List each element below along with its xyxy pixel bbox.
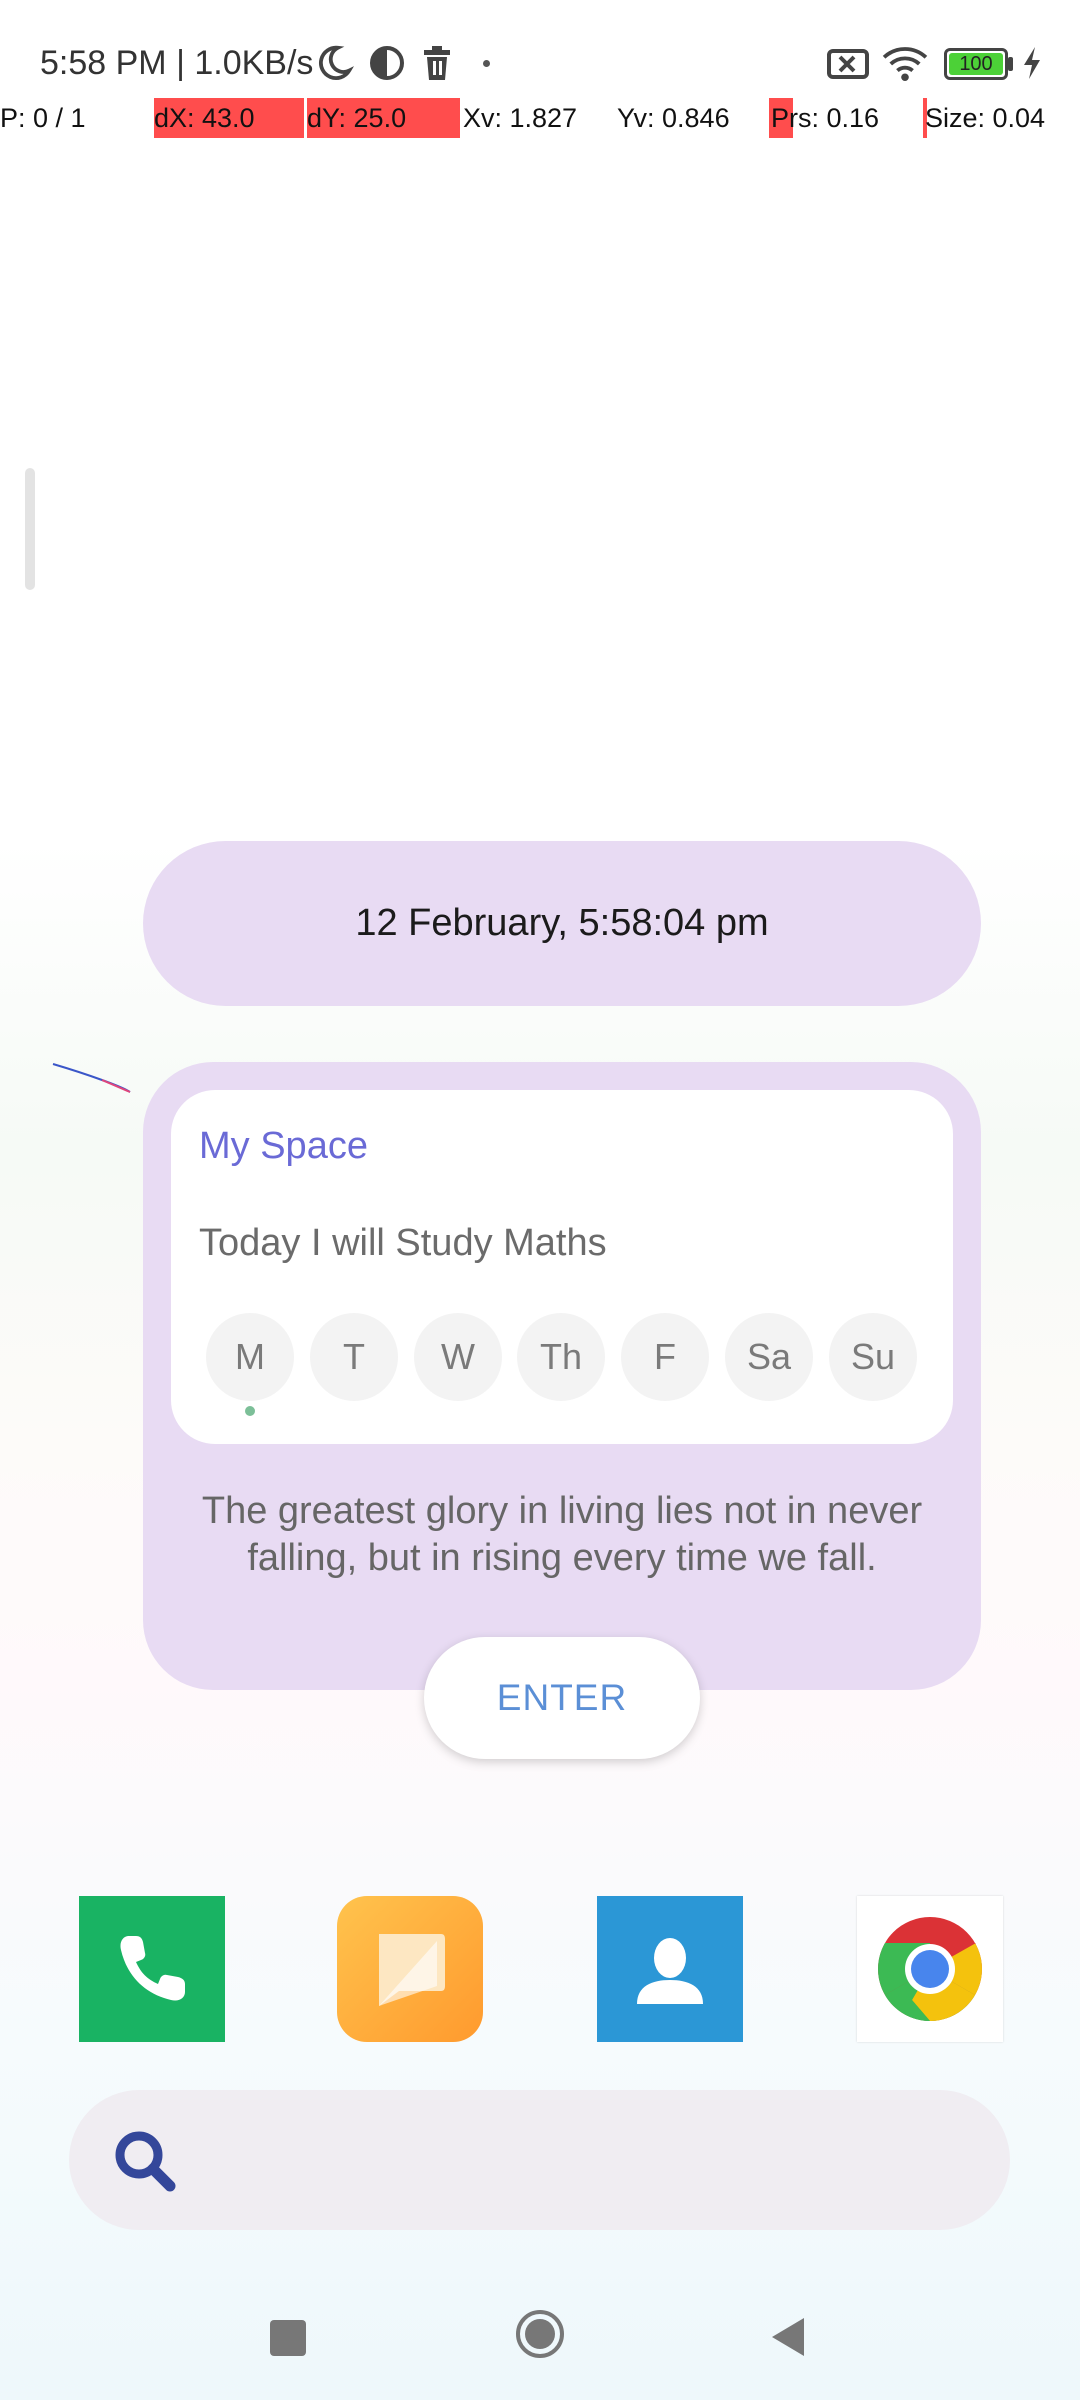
pointer-xv: Xv: 1.827 <box>463 103 578 133</box>
pointer-yv: Yv: 0.846 <box>617 103 730 133</box>
day-sunday[interactable]: Su <box>829 1313 917 1401</box>
contacts-icon <box>637 1938 703 2004</box>
day-saturday[interactable]: Sa <box>725 1313 813 1401</box>
contacts-app-icon[interactable] <box>597 1896 743 2042</box>
data-saver-icon <box>370 46 404 80</box>
battery-icon: 100 <box>944 48 1008 80</box>
quote-text: The greatest glory in living lies not in… <box>201 1490 923 1579</box>
my-space-task-text: Today I will Study Maths <box>199 1222 607 1264</box>
status-bar: 5:58 PM | 1.0KB/s 100 <box>0 0 1080 100</box>
dot-icon <box>483 60 490 67</box>
home-button[interactable] <box>514 2308 566 2360</box>
status-time-speed: 5:58 PM | 1.0KB/s <box>40 44 314 82</box>
day-tuesday[interactable]: T <box>310 1313 398 1401</box>
day-monday[interactable]: M <box>206 1313 294 1401</box>
back-button[interactable] <box>766 2314 812 2360</box>
pointer-dy: dY: 25.0 <box>307 98 460 138</box>
messages-app-icon[interactable] <box>337 1896 483 2042</box>
charging-bolt-icon <box>1024 47 1040 79</box>
search-bar[interactable] <box>69 2090 1010 2230</box>
clock-widget[interactable]: 12 February, 5:58:04 pm <box>143 841 981 1006</box>
recents-button[interactable] <box>270 2320 306 2356</box>
battery-tip <box>1008 57 1013 71</box>
edge-scroll-handle[interactable] <box>25 468 35 590</box>
pointer-dx: dX: 43.0 <box>154 98 304 138</box>
pointer-location-overlay: P: 0 / 1 dX: 43.0 dY: 25.0 Xv: 1.827 Yv:… <box>0 98 1080 142</box>
day-friday[interactable]: F <box>621 1313 709 1401</box>
trash-icon <box>424 46 450 80</box>
pointer-count: P: 0 / 1 <box>0 103 86 133</box>
phone-icon <box>120 1936 185 2001</box>
pointer-pressure: Prs: 0.16 <box>771 103 880 133</box>
sim-x-icon <box>827 49 869 79</box>
day-thursday[interactable]: Th <box>517 1313 605 1401</box>
chrome-icon <box>878 1917 982 2021</box>
touch-trace <box>52 1063 131 1093</box>
battery-level: 100 <box>959 53 993 75</box>
day-wednesday[interactable]: W <box>414 1313 502 1401</box>
my-space-title: My Space <box>199 1125 368 1167</box>
clock-datetime: 12 February, 5:58:04 pm <box>355 902 769 944</box>
pointer-size: Size: 0.04 <box>925 103 1046 133</box>
current-day-indicator <box>245 1406 255 1416</box>
wifi-icon <box>882 47 928 82</box>
enter-button[interactable]: ENTER <box>424 1637 700 1759</box>
chrome-app-icon[interactable] <box>857 1896 1003 2042</box>
phone-app-icon[interactable] <box>79 1896 225 2042</box>
messages-icon <box>379 1934 445 2006</box>
moon-icon <box>319 45 354 80</box>
search-icon <box>115 2131 176 2192</box>
